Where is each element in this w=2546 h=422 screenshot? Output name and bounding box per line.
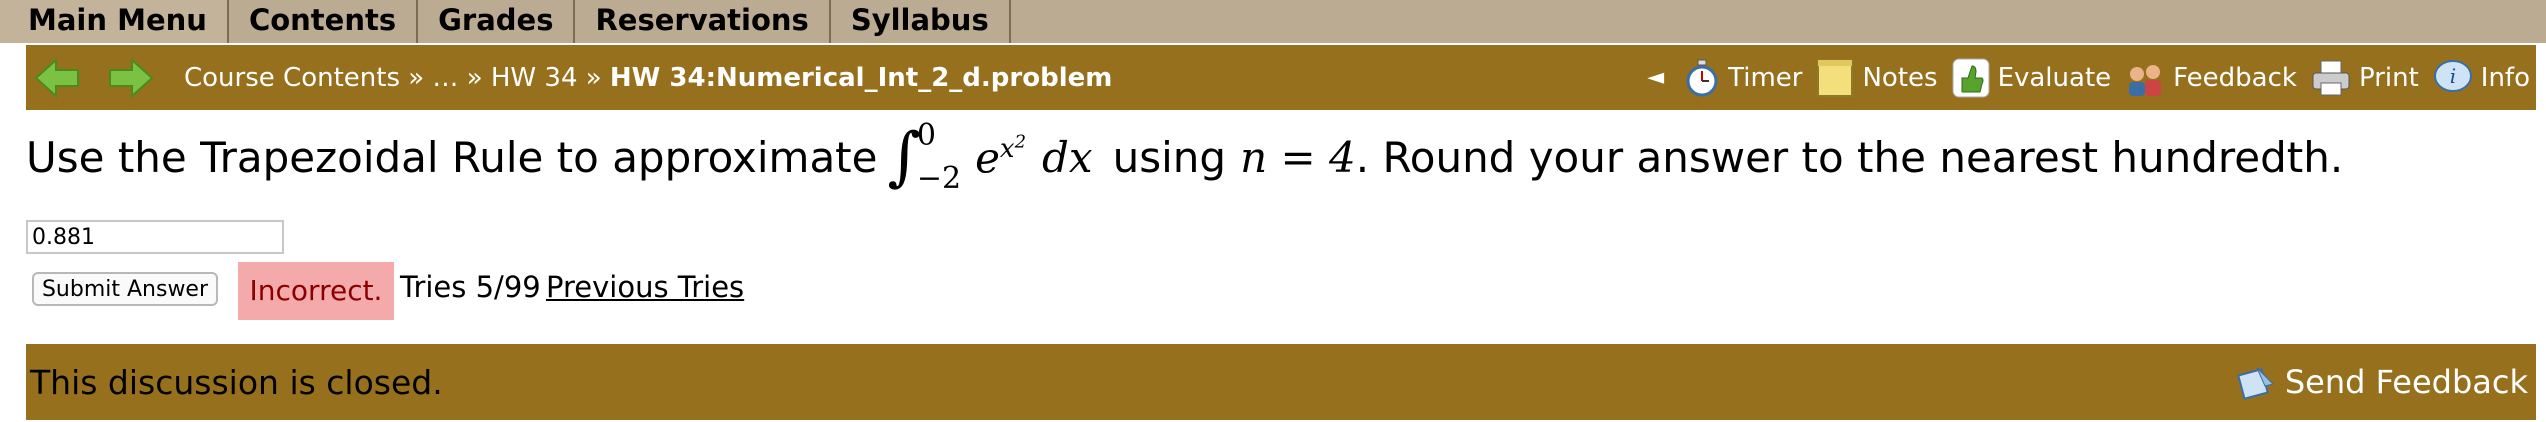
info-label: Info <box>2480 62 2530 93</box>
print-label: Print <box>2358 62 2419 93</box>
menu-grades[interactable]: Grades <box>418 0 576 43</box>
thumbs-up-icon <box>1952 58 1990 97</box>
info-button[interactable]: i Info <box>2433 58 2530 98</box>
integral-lower-limit: −2 <box>916 161 962 196</box>
timer-button[interactable]: Timer <box>1684 59 1802 97</box>
printer-icon <box>2312 60 2350 95</box>
breadcrumb-course-contents[interactable]: Course Contents <box>184 63 400 93</box>
integrand: ex2 <box>975 131 1027 183</box>
breadcrumb-separator: » <box>577 62 610 93</box>
stopwatch-icon <box>1686 59 1718 96</box>
previous-tries-link[interactable]: Previous Tries <box>546 270 744 304</box>
evaluate-button[interactable]: Evaluate <box>1952 58 2112 98</box>
integral-upper-limit: 0 <box>916 118 936 153</box>
collapse-toolbar-icon[interactable]: ◄ <box>1647 65 1664 90</box>
feedback-button[interactable]: Feedback <box>2125 58 2297 98</box>
integral-sign: ∫ <box>887 120 921 194</box>
breadcrumb-hw34[interactable]: HW 34 <box>491 63 578 93</box>
differential: dx <box>1042 132 1093 182</box>
tries-counter: Tries 5/99 <box>400 270 541 304</box>
integral-limits: 0 −2 <box>917 118 961 196</box>
people-feedback-icon <box>2129 64 2162 96</box>
back-arrow-icon[interactable] <box>34 57 80 98</box>
navigation-bar: Course Contents » … » HW 34 » HW 34:Nume… <box>26 45 2536 110</box>
send-feedback-icon <box>2236 367 2274 400</box>
problem-text-middle: using <box>1112 132 1227 182</box>
discussion-bar: This discussion is closed. Send Feedback <box>26 344 2536 420</box>
evaluate-label: Evaluate <box>1997 62 2112 93</box>
problem-text-before: Use the Trapezoidal Rule to approximate <box>26 132 878 182</box>
send-feedback-button[interactable]: Send Feedback <box>2236 362 2528 402</box>
menu-syllabus[interactable]: Syllabus <box>830 0 1011 43</box>
send-feedback-label: Send Feedback <box>2284 363 2528 401</box>
toolbar: ◄ Timer Notes Evaluate Feedback Print i … <box>1647 58 2536 98</box>
print-button[interactable]: Print <box>2311 59 2419 97</box>
feedback-label: Feedback <box>2173 62 2297 93</box>
breadcrumb-current: HW 34:Numerical_Int_2_d.problem <box>609 62 1113 93</box>
timer-label: Timer <box>1728 62 1803 93</box>
notes-label: Notes <box>1862 62 1938 93</box>
forward-arrow-icon[interactable] <box>108 57 154 98</box>
notes-button[interactable]: Notes <box>1816 58 1938 98</box>
notepad-icon <box>1817 58 1854 97</box>
discussion-status-text: This discussion is closed. <box>30 362 443 402</box>
menu-reservations[interactable]: Reservations <box>575 0 831 43</box>
problem-statement: Use the Trapezoidal Rule to approximate … <box>26 118 2343 196</box>
menu-main-menu[interactable]: Main Menu <box>0 0 229 43</box>
main-menu-bar: Main Menu Contents Grades Reservations S… <box>0 0 2546 43</box>
svg-text:i: i <box>2450 64 2456 88</box>
problem-text-after: . Round your answer to the nearest hundr… <box>1355 132 2344 182</box>
answer-input[interactable] <box>26 220 284 254</box>
incorrect-status-badge: Incorrect. <box>238 262 394 320</box>
breadcrumb: Course Contents » … » HW 34 » HW 34:Nume… <box>184 63 1112 93</box>
breadcrumb-separator: » … » <box>400 62 491 93</box>
integral-expression: ∫ 0 −2 ex2 dx <box>887 118 1092 196</box>
submit-answer-button[interactable]: Submit Answer <box>32 272 218 306</box>
menu-contents[interactable]: Contents <box>228 0 419 43</box>
n-expression: n = 4 <box>1240 132 1356 182</box>
info-icon: i <box>2433 59 2472 92</box>
